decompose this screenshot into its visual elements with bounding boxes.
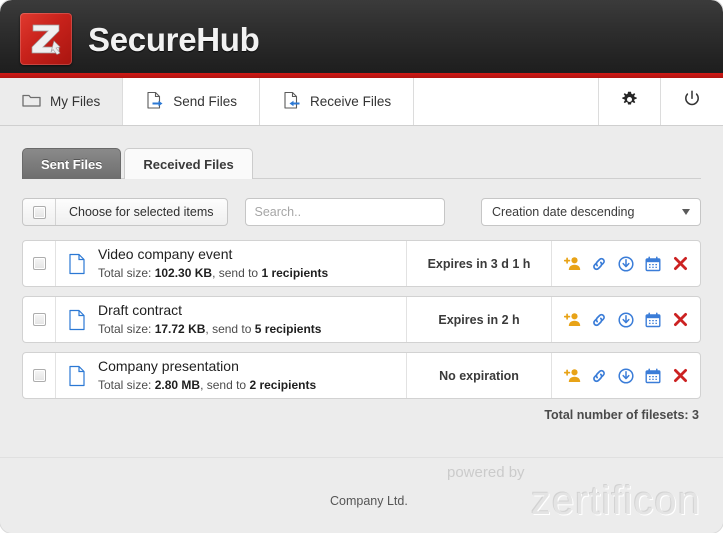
app-root: SecureHub My Files Send Files Receive Fi…	[0, 0, 723, 533]
folder-icon	[22, 92, 41, 111]
document-icon	[56, 297, 98, 342]
file-size: 17.72 KB	[154, 321, 206, 336]
bulk-action-label: Choose for selected items	[69, 205, 214, 219]
vendor-logo-wordmark: zertificon	[530, 479, 701, 523]
download-icon[interactable]	[618, 255, 635, 272]
power-icon	[683, 90, 701, 113]
row-actions	[552, 297, 700, 342]
delete-icon[interactable]	[672, 255, 689, 272]
settings-button[interactable]	[599, 78, 661, 125]
footer-company-label: Company Ltd.	[330, 494, 408, 508]
add-recipient-icon[interactable]	[563, 255, 581, 272]
table-row[interactable]: Video company event Total size: 102.30 K…	[22, 240, 701, 287]
logout-button[interactable]	[661, 78, 723, 125]
nav-item-send-files-label: Send Files	[173, 94, 238, 109]
nav-item-send-files[interactable]: Send Files	[123, 78, 261, 125]
sort-dropdown[interactable]: Creation date descending	[481, 198, 701, 226]
file-title: Company presentation	[98, 358, 239, 375]
navbar-spacer	[414, 78, 599, 125]
sort-dropdown-value: Creation date descending	[492, 205, 635, 219]
link-icon[interactable]	[591, 311, 608, 328]
add-recipient-icon[interactable]	[563, 367, 581, 384]
total-filesets-label: Total number of filesets: 3	[544, 408, 699, 422]
file-size: 102.30 KB	[154, 265, 213, 280]
add-recipient-icon[interactable]	[563, 311, 581, 328]
nav-item-receive-files[interactable]: Receive Files	[260, 78, 415, 125]
app-title: SecureHub	[88, 20, 260, 58]
file-title: Draft contract	[98, 302, 183, 319]
row-checkbox[interactable]	[23, 353, 56, 398]
calendar-icon[interactable]	[645, 255, 662, 272]
select-all-checkbox[interactable]	[23, 199, 56, 225]
masthead: SecureHub	[0, 0, 723, 78]
checkbox-box	[32, 257, 46, 270]
row-checkbox[interactable]	[23, 297, 56, 342]
row-info: Video company event Total size: 102.30 K…	[98, 241, 406, 286]
meta-middle: , send to	[200, 377, 250, 392]
meta-middle: , send to	[212, 265, 262, 280]
download-icon[interactable]	[618, 311, 635, 328]
row-info: Draft contract Total size: 17.72 KB, sen…	[98, 297, 406, 342]
document-icon	[56, 241, 98, 286]
chevron-down-icon	[682, 209, 690, 215]
calendar-icon[interactable]	[645, 311, 662, 328]
table-row[interactable]: Draft contract Total size: 17.72 KB, sen…	[22, 296, 701, 343]
meta-prefix: Total size:	[98, 377, 155, 392]
expiry-label: No expiration	[406, 353, 552, 398]
checkbox-box	[32, 205, 46, 219]
tab-received-files-label: Received Files	[143, 156, 234, 172]
bulk-action-button[interactable]: Choose for selected items	[56, 199, 227, 225]
meta-prefix: Total size:	[98, 265, 155, 280]
file-recipients: 5 recipients	[254, 321, 322, 336]
row-checkbox[interactable]	[23, 241, 56, 286]
file-recipients: 2 recipients	[249, 377, 317, 392]
tab-sent-files-label: Sent Files	[41, 156, 103, 172]
file-size: 2.80 MB	[154, 377, 201, 392]
securehub-logo-icon	[20, 13, 72, 65]
expiry-label: Expires in 3 d 1 h	[406, 241, 552, 286]
expiry-label: Expires in 2 h	[406, 297, 552, 342]
meta-middle: , send to	[205, 321, 255, 336]
file-title: Video company event	[98, 246, 233, 263]
primary-navbar: My Files Send Files Receive Files	[0, 78, 723, 126]
document-icon	[56, 353, 98, 398]
file-list: Video company event Total size: 102.30 K…	[22, 240, 701, 399]
document-send-icon	[145, 91, 164, 113]
file-meta: Total size: 17.72 KB, send to 5 recipien…	[98, 321, 396, 337]
delete-icon[interactable]	[672, 367, 689, 384]
file-meta: Total size: 102.30 KB, send to 1 recipie…	[98, 265, 396, 281]
tab-received-files[interactable]: Received Files	[124, 148, 253, 179]
document-receive-icon	[282, 91, 301, 113]
tab-sent-files[interactable]: Sent Files	[22, 148, 122, 179]
download-icon[interactable]	[618, 367, 635, 384]
list-toolbar: Choose for selected items Creation date …	[22, 198, 701, 226]
nav-item-my-files-label: My Files	[50, 94, 101, 109]
powered-by-block: powered by zertificon	[441, 465, 701, 521]
link-icon[interactable]	[591, 255, 608, 272]
content-area: Sent Files Received Files Choose for sel…	[0, 126, 723, 511]
table-row[interactable]: Company presentation Total size: 2.80 MB…	[22, 352, 701, 399]
delete-icon[interactable]	[672, 311, 689, 328]
application-window: SecureHub My Files Send Files Receive Fi…	[0, 0, 723, 533]
row-actions	[552, 353, 700, 398]
link-icon[interactable]	[591, 367, 608, 384]
meta-prefix: Total size:	[98, 321, 155, 336]
powered-by-label: powered by	[447, 464, 525, 481]
checkbox-box	[32, 313, 46, 326]
nav-item-my-files[interactable]: My Files	[0, 78, 124, 125]
gear-icon	[621, 91, 638, 113]
file-recipients: 1 recipients	[261, 265, 329, 280]
file-meta: Total size: 2.80 MB, send to 2 recipient…	[98, 377, 396, 393]
bulk-action-group: Choose for selected items	[22, 198, 228, 226]
nav-item-receive-files-label: Receive Files	[310, 94, 392, 109]
calendar-icon[interactable]	[645, 367, 662, 384]
row-actions	[552, 241, 700, 286]
subtab-bar: Sent Files Received Files	[22, 148, 701, 179]
checkbox-box	[32, 369, 46, 382]
search-input[interactable]	[244, 198, 445, 226]
row-info: Company presentation Total size: 2.80 MB…	[98, 353, 406, 398]
